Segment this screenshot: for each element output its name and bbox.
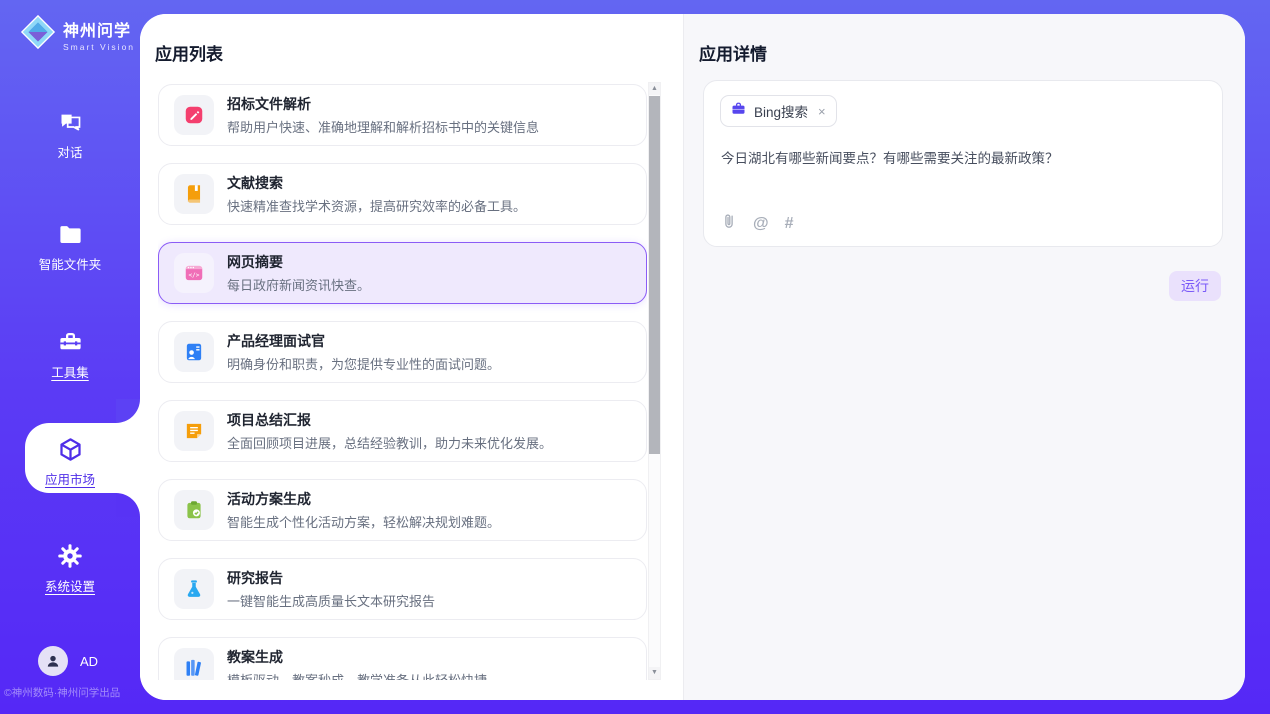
folder-icon — [0, 221, 140, 249]
mention-icon[interactable]: @ — [753, 215, 769, 233]
app-card-description: 模板驱动，教案秒成，教学准备从此轻松快捷 — [227, 670, 487, 680]
app-card[interactable]: 教案生成模板驱动，教案秒成，教学准备从此轻松快捷 — [158, 637, 647, 680]
brand-tagline: Smart Vision — [63, 42, 135, 52]
app-card-title: 活动方案生成 — [227, 489, 500, 509]
sidebar-item-market[interactable]: 应用市场 — [0, 436, 140, 489]
app-card[interactable]: 研究报告一键智能生成高质量长文本研究报告 — [158, 558, 647, 620]
tool-tag-label: Bing搜索 — [754, 101, 808, 121]
app-card-description: 帮助用户快速、准确地理解和解析招标书中的关键信息 — [227, 117, 539, 136]
app-card[interactable]: 文献搜索快速精准查找学术资源，提高研究效率的必备工具。 — [158, 163, 647, 225]
content-area: 应用列表 招标文件解析帮助用户快速、准确地理解和解析招标书中的关键信息 文献搜索… — [140, 14, 1245, 700]
app-card-title: 研究报告 — [227, 568, 435, 588]
active-nav-pill-curve-top — [116, 399, 140, 423]
app-list-title: 应用列表 — [155, 40, 223, 65]
person-icon — [45, 653, 61, 669]
attachment-icon[interactable] — [721, 212, 737, 235]
app-detail-title: 应用详情 — [699, 40, 767, 65]
brand-logo: 神州问学 Smart Vision — [19, 13, 135, 56]
scrollbar[interactable]: ▲ ▼ — [648, 82, 661, 680]
brand-name: 神州问学 — [63, 17, 135, 41]
scroll-down-arrow[interactable]: ▼ — [649, 667, 660, 679]
book-icon — [174, 174, 214, 214]
prompt-input[interactable]: 今日湖北有哪些新闻要点？有哪些需要关注的最新政策？ — [721, 149, 1206, 169]
app-card[interactable]: 产品经理面试官明确身份和职责，为您提供专业性的面试问题。 — [158, 321, 647, 383]
svg-text:</>: </> — [189, 272, 200, 279]
app-card-title: 文献搜索 — [227, 173, 526, 193]
app-detail-panel: 应用详情 Bing搜索 × 今日湖北有哪些新闻要点？有哪些需要关注的最新政策？ — [683, 14, 1245, 700]
user-row[interactable]: AD — [38, 646, 98, 676]
gear-icon — [0, 543, 140, 571]
sidebar-item-label: 应用市场 — [45, 469, 95, 488]
app-card-description: 明确身份和职责，为您提供专业性的面试问题。 — [227, 354, 500, 373]
composer-toolbar: @ # — [721, 212, 794, 235]
edit-document-icon — [174, 95, 214, 135]
user-initials: AD — [80, 654, 98, 669]
brand-diamond-icon — [19, 13, 57, 56]
sidebar-item-chat[interactable]: 对话 — [0, 109, 140, 162]
app-card[interactable]: </> 网页摘要每日政府新闻资讯快查。 — [158, 242, 647, 304]
app-card-title: 项目总结汇报 — [227, 410, 552, 430]
interview-icon — [174, 332, 214, 372]
app-card[interactable]: 招标文件解析帮助用户快速、准确地理解和解析招标书中的关键信息 — [158, 84, 647, 146]
chat-icon — [0, 109, 140, 137]
active-nav-pill-curve-bottom — [116, 493, 140, 517]
app-card-title: 产品经理面试官 — [227, 331, 500, 351]
app-card-description: 快速精准查找学术资源，提高研究效率的必备工具。 — [227, 196, 526, 215]
scroll-thumb[interactable] — [649, 96, 660, 454]
app-card-title: 招标文件解析 — [227, 94, 539, 114]
app-card-title: 教案生成 — [227, 647, 487, 667]
clipboard-check-icon — [174, 490, 214, 530]
prompt-composer[interactable]: Bing搜索 × 今日湖北有哪些新闻要点？有哪些需要关注的最新政策？ @ # — [703, 80, 1223, 247]
app-card-description: 每日政府新闻资讯快查。 — [227, 275, 370, 294]
note-icon — [174, 411, 214, 451]
sidebar-item-label: 对话 — [57, 142, 82, 161]
sidebar-item-label: 智能文件夹 — [39, 254, 102, 273]
cube-icon — [0, 436, 140, 464]
app-cards: 招标文件解析帮助用户快速、准确地理解和解析招标书中的关键信息 文献搜索快速精准查… — [158, 84, 647, 680]
app-card-description: 一键智能生成高质量长文本研究报告 — [227, 591, 435, 610]
toolbox-icon — [0, 329, 140, 357]
app-card-title: 网页摘要 — [227, 252, 370, 272]
app-list-panel: 应用列表 招标文件解析帮助用户快速、准确地理解和解析招标书中的关键信息 文献搜索… — [140, 14, 683, 700]
sidebar-item-settings[interactable]: 系统设置 — [0, 543, 140, 596]
app-card-description: 智能生成个性化活动方案，轻松解决规划难题。 — [227, 512, 500, 531]
sidebar: 神州问学 Smart Vision 对话 智能文件夹 工具集 应用市场 系统设置 — [0, 0, 140, 714]
hashtag-icon[interactable]: # — [785, 215, 794, 233]
sidebar-item-folders[interactable]: 智能文件夹 — [0, 221, 140, 274]
tag-close-icon[interactable]: × — [818, 104, 826, 119]
app-card[interactable]: 活动方案生成智能生成个性化活动方案，轻松解决规划难题。 — [158, 479, 647, 541]
tool-tag-bing-search[interactable]: Bing搜索 × — [720, 95, 837, 127]
browser-code-icon: </> — [174, 253, 214, 293]
run-button[interactable]: 运行 — [1169, 271, 1221, 301]
copyright-text: ©神州数码·神州问学出品 — [4, 685, 140, 700]
flask-icon — [174, 569, 214, 609]
app-card-description: 全面回顾项目进展，总结经验教训，助力未来优化发展。 — [227, 433, 552, 452]
avatar[interactable] — [38, 646, 68, 676]
books-icon — [174, 648, 214, 680]
app-card[interactable]: 项目总结汇报全面回顾项目进展，总结经验教训，助力未来优化发展。 — [158, 400, 647, 462]
briefcase-icon — [731, 101, 746, 121]
sidebar-item-tools[interactable]: 工具集 — [0, 329, 140, 382]
sidebar-item-label: 系统设置 — [45, 576, 95, 595]
sidebar-item-label: 工具集 — [51, 362, 89, 381]
scroll-up-arrow[interactable]: ▲ — [649, 83, 660, 95]
